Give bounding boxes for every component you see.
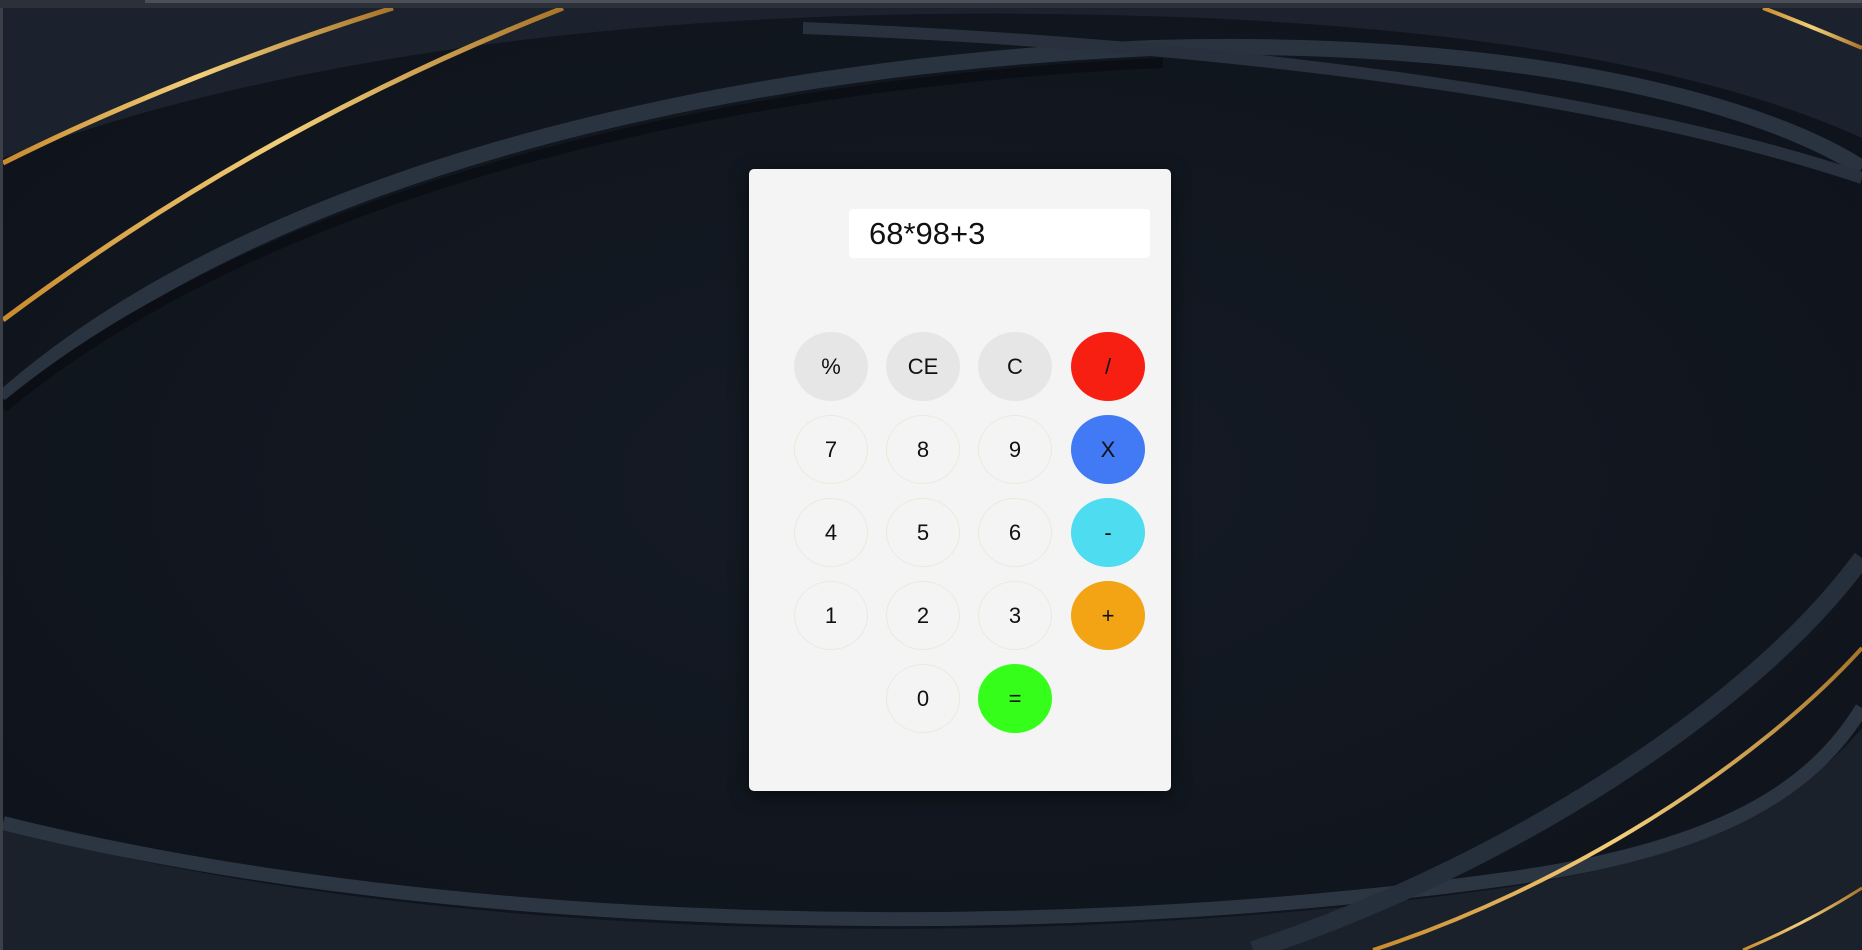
equals-button[interactable]: = [978,664,1052,733]
digit-2-button[interactable]: 2 [886,581,960,650]
percent-button[interactable]: % [794,332,868,401]
digit-6-button[interactable]: 6 [978,498,1052,567]
digit-5-button[interactable]: 5 [886,498,960,567]
minus-button[interactable]: - [1071,498,1145,567]
digit-1-button[interactable]: 1 [794,581,868,650]
calculator-panel: % CE C / 7 8 9 X 4 5 6 - 1 2 3 + 0 = [749,169,1171,791]
digit-0-button[interactable]: 0 [886,664,960,733]
multiply-button[interactable]: X [1071,415,1145,484]
plus-button[interactable]: + [1071,581,1145,650]
digit-3-button[interactable]: 3 [978,581,1052,650]
digit-9-button[interactable]: 9 [978,415,1052,484]
digit-8-button[interactable]: 8 [886,415,960,484]
clear-button[interactable]: C [978,332,1052,401]
browser-tab-strip [145,0,1862,3]
digit-7-button[interactable]: 7 [794,415,868,484]
digit-4-button[interactable]: 4 [794,498,868,567]
divide-button[interactable]: / [1071,332,1145,401]
calculator-display[interactable] [849,209,1150,258]
clear-entry-button[interactable]: CE [886,332,960,401]
